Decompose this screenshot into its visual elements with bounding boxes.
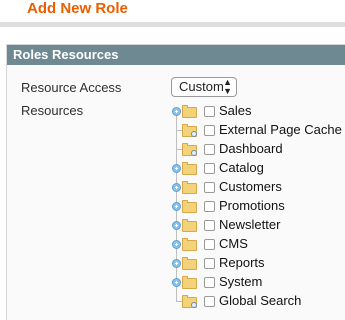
tree-item-external-page-cache[interactable]: External Page Cache bbox=[7, 121, 342, 139]
resource-checkbox[interactable] bbox=[204, 296, 215, 307]
folder-icon bbox=[182, 181, 197, 194]
tree-item-dashboard[interactable]: Dashboard bbox=[7, 140, 337, 158]
expand-plus-icon[interactable] bbox=[172, 240, 181, 249]
resource-access-label: Resource Access bbox=[21, 80, 122, 95]
tree-item-customers[interactable]: Customers bbox=[7, 178, 337, 196]
expand-plus-icon[interactable] bbox=[172, 221, 181, 230]
folder-icon bbox=[182, 238, 197, 251]
expand-plus-icon[interactable] bbox=[172, 183, 181, 192]
tree-item-newsletter[interactable]: Newsletter bbox=[7, 216, 337, 234]
tree-item-system[interactable]: System bbox=[7, 273, 337, 291]
resource-checkbox[interactable] bbox=[204, 220, 215, 231]
resource-checkbox[interactable] bbox=[204, 163, 215, 174]
tree-item-label: Sales bbox=[219, 103, 252, 118]
tree-item-label: System bbox=[219, 274, 263, 289]
tree-item-catalog[interactable]: Catalog bbox=[7, 159, 337, 177]
tree-item-label: External Page Cache bbox=[219, 122, 342, 137]
tree-item-label: Promotions bbox=[219, 198, 285, 213]
resource-access-value: Custom bbox=[179, 79, 224, 94]
tree-item-sales[interactable]: Sales bbox=[7, 102, 337, 120]
magnifier-icon bbox=[191, 150, 197, 156]
tree-item-promotions[interactable]: Promotions bbox=[7, 197, 337, 215]
title-divider bbox=[0, 22, 345, 27]
expand-plus-icon[interactable] bbox=[172, 164, 181, 173]
tree-item-label: Catalog bbox=[219, 160, 264, 175]
folder-icon bbox=[182, 200, 197, 213]
resource-checkbox[interactable] bbox=[204, 106, 215, 117]
roles-resources-panel: Roles Resources Resource Access Custom ▲… bbox=[6, 44, 345, 320]
magnifier-icon bbox=[191, 302, 197, 308]
tree-item-label: Reports bbox=[219, 255, 265, 270]
folder-icon bbox=[182, 219, 197, 232]
resource-access-select[interactable]: Custom ▲ ▼ bbox=[171, 77, 237, 97]
expand-plus-icon[interactable] bbox=[172, 107, 181, 116]
resource-checkbox[interactable] bbox=[204, 258, 215, 269]
tree-item-cms[interactable]: CMS bbox=[7, 235, 337, 253]
resource-checkbox[interactable] bbox=[204, 182, 215, 193]
tree-item-label: Newsletter bbox=[219, 217, 281, 232]
folder-icon bbox=[182, 162, 197, 175]
section-header: Roles Resources bbox=[7, 45, 345, 65]
tree-item-label: Customers bbox=[219, 179, 282, 194]
select-arrows-icon: ▲ ▼ bbox=[223, 77, 232, 96]
folder-icon bbox=[182, 105, 197, 118]
resource-checkbox[interactable] bbox=[204, 239, 215, 250]
resource-checkbox[interactable] bbox=[204, 277, 215, 288]
tree-item-reports[interactable]: Reports bbox=[7, 254, 337, 272]
expand-plus-icon[interactable] bbox=[172, 202, 181, 211]
tree-item-label: Dashboard bbox=[219, 141, 283, 156]
tree-item-global-search[interactable]: Global Search bbox=[7, 292, 337, 310]
expand-plus-icon[interactable] bbox=[172, 278, 181, 287]
page-title: Add New Role bbox=[27, 0, 128, 17]
resource-checkbox[interactable] bbox=[204, 125, 215, 136]
tree-item-label: CMS bbox=[219, 236, 248, 251]
folder-icon bbox=[182, 257, 197, 270]
folder-icon bbox=[182, 276, 197, 289]
expand-plus-icon[interactable] bbox=[172, 259, 181, 268]
magnifier-icon bbox=[191, 131, 197, 137]
resource-checkbox[interactable] bbox=[204, 201, 215, 212]
tree-item-label: Global Search bbox=[219, 293, 302, 308]
resource-checkbox[interactable] bbox=[204, 144, 215, 155]
